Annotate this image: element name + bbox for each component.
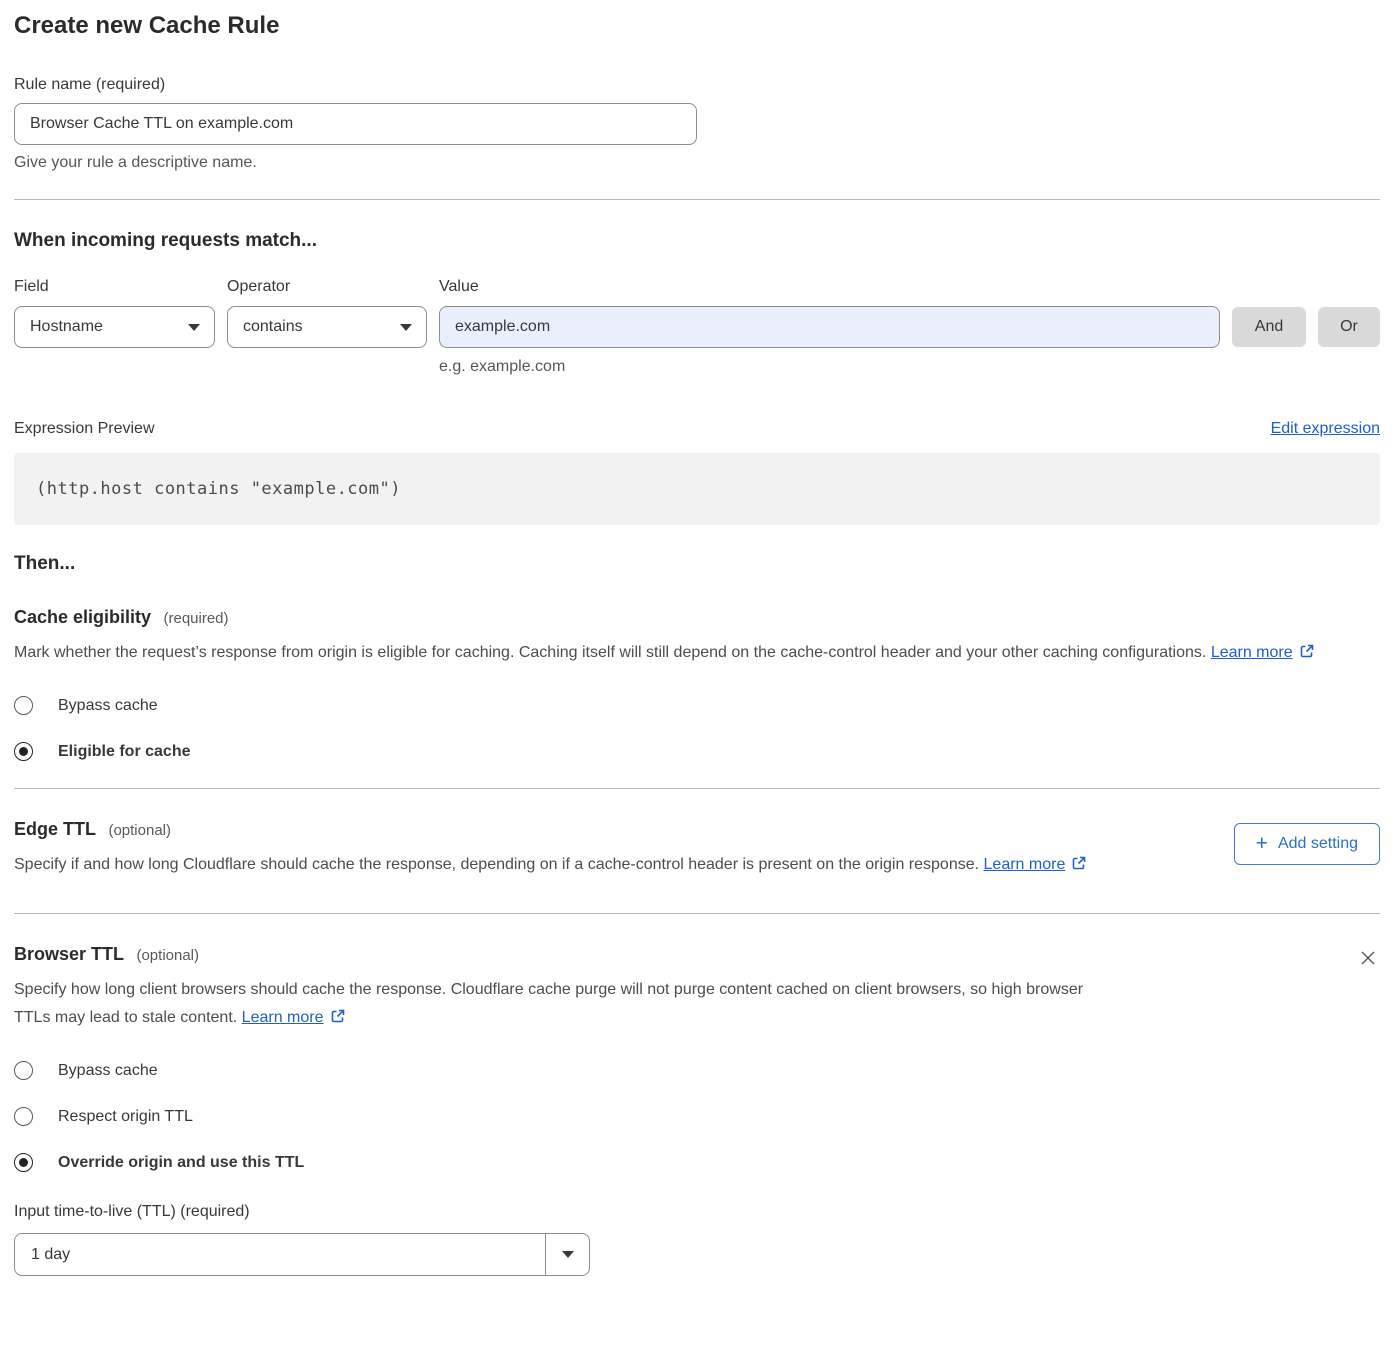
operator-select-value: contains	[243, 318, 303, 336]
radio-override-origin-ttl[interactable]: Override origin and use this TTL	[14, 1153, 1380, 1172]
page-title: Create new Cache Rule	[14, 12, 1380, 40]
learn-more-link[interactable]: Learn more	[242, 1009, 324, 1026]
operator-label: Operator	[227, 278, 427, 296]
learn-more-link[interactable]: Learn more	[984, 856, 1066, 873]
expression-code-block: (http.host contains "example.com")	[14, 453, 1380, 525]
edge-ttl-section: Edge TTL (optional) Specify if and how l…	[14, 819, 1380, 881]
rule-name-label: Rule name (required)	[14, 76, 1380, 94]
radio-respect-origin-ttl[interactable]: Respect origin TTL	[14, 1107, 1380, 1126]
cache-eligibility-required: (required)	[164, 610, 229, 627]
browser-ttl-optional: (optional)	[136, 947, 199, 964]
create-cache-rule-form: Create new Cache Rule Rule name (require…	[0, 0, 1400, 1296]
browser-ttl-description: Specify how long client browsers should …	[14, 976, 1114, 1034]
value-input[interactable]	[439, 306, 1220, 348]
match-builder: Field Operator Value Hostname contains A…	[14, 278, 1380, 376]
plus-icon: +	[1256, 833, 1268, 854]
edge-ttl-description: Specify if and how long Cloudflare shoul…	[14, 851, 1087, 881]
chevron-down-icon	[562, 1251, 574, 1258]
radio-browser-bypass-cache[interactable]: Bypass cache	[14, 1061, 1380, 1080]
external-link-icon	[1299, 641, 1315, 669]
match-heading: When incoming requests match...	[14, 230, 1380, 252]
chevron-down-icon	[188, 324, 200, 331]
cache-eligibility-section: Cache eligibility (required) Mark whethe…	[14, 607, 1380, 761]
divider	[14, 788, 1380, 789]
external-link-icon	[330, 1006, 346, 1034]
ttl-select-dropdown-button[interactable]	[545, 1234, 589, 1275]
rule-name-input[interactable]	[14, 103, 697, 145]
edge-ttl-optional: (optional)	[108, 822, 171, 839]
remove-browser-ttl-button[interactable]	[1356, 946, 1380, 970]
radio-selected-icon	[14, 1153, 33, 1172]
operator-select[interactable]: contains	[227, 306, 427, 348]
and-button[interactable]: And	[1232, 307, 1306, 347]
browser-ttl-section: Browser TTL (optional) Specify how long …	[14, 944, 1380, 1276]
expression-code: (http.host contains "example.com")	[36, 479, 401, 499]
value-label: Value	[439, 278, 1220, 296]
radio-icon	[14, 1107, 33, 1126]
then-heading: Then...	[14, 553, 1380, 575]
divider	[14, 199, 1380, 200]
add-setting-button[interactable]: + Add setting	[1234, 823, 1380, 865]
edit-expression-link[interactable]: Edit expression	[1271, 420, 1380, 438]
expression-preview-row: Expression Preview Edit expression	[14, 420, 1380, 438]
ttl-select-value: 1 day	[15, 1234, 545, 1275]
radio-icon	[14, 696, 33, 715]
external-link-icon	[1071, 853, 1087, 881]
cache-eligibility-description: Mark whether the request’s response from…	[14, 639, 1354, 669]
chevron-down-icon	[400, 324, 412, 331]
browser-ttl-title: Browser TTL	[14, 944, 124, 964]
radio-selected-icon	[14, 742, 33, 761]
or-button[interactable]: Or	[1318, 307, 1380, 347]
ttl-input-label: Input time-to-live (TTL) (required)	[14, 1203, 1380, 1221]
radio-bypass-cache[interactable]: Bypass cache	[14, 696, 1380, 715]
expression-preview-label: Expression Preview	[14, 420, 155, 438]
learn-more-link[interactable]: Learn more	[1211, 644, 1293, 661]
value-help: e.g. example.com	[439, 358, 1220, 376]
ttl-select[interactable]: 1 day	[14, 1233, 590, 1276]
radio-eligible-for-cache[interactable]: Eligible for cache	[14, 742, 1380, 761]
rule-name-help: Give your rule a descriptive name.	[14, 154, 1380, 172]
field-label: Field	[14, 278, 215, 296]
field-select[interactable]: Hostname	[14, 306, 215, 348]
divider	[14, 913, 1380, 914]
rule-name-section: Rule name (required) Give your rule a de…	[14, 76, 1380, 172]
radio-icon	[14, 1061, 33, 1080]
cache-eligibility-title: Cache eligibility	[14, 607, 151, 627]
field-select-value: Hostname	[30, 318, 103, 336]
close-icon	[1358, 948, 1378, 968]
edge-ttl-title: Edge TTL	[14, 819, 96, 839]
